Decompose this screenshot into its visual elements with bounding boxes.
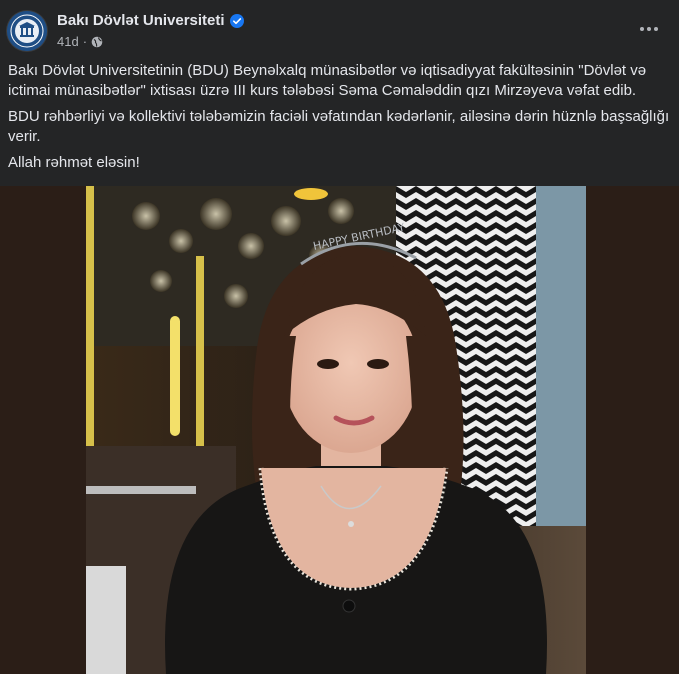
verified-badge-icon (229, 13, 244, 28)
meta-separator: · (82, 34, 88, 49)
university-logo-icon (7, 11, 47, 51)
facebook-post: Bakı Dövlət Universiteti 41d · Bakı Dövl… (0, 0, 679, 674)
post-photo-area: HAPPY BIRTHDAY (0, 186, 679, 674)
post-meta: 41d · (57, 34, 103, 49)
post-paragraph-1: Bakı Dövlət Universitetinin (BDU) Beynəl… (8, 62, 647, 99)
post-header: Bakı Dövlət Universiteti 41d · (0, 0, 679, 60)
page-avatar[interactable] (7, 11, 47, 51)
portrait-photo: HAPPY BIRTHDAY (86, 186, 586, 674)
more-options-icon (640, 27, 644, 31)
post-text: Bakı Dövlət Universitetinin (BDU) Beynəl… (8, 61, 672, 179)
author-row: Bakı Dövlət Universiteti (57, 12, 244, 29)
post-time[interactable]: 41d (57, 34, 79, 49)
post-photo[interactable]: HAPPY BIRTHDAY (86, 186, 586, 674)
post-paragraph-2: BDU rəhbərliyi və kollektivi tələbəmizin… (8, 108, 670, 145)
page-name[interactable]: Bakı Dövlət Universiteti (57, 12, 225, 29)
more-options-button[interactable] (631, 14, 667, 44)
globe-icon (91, 36, 103, 47)
post-paragraph-3: Allah rəhmət eləsin! (8, 154, 140, 171)
